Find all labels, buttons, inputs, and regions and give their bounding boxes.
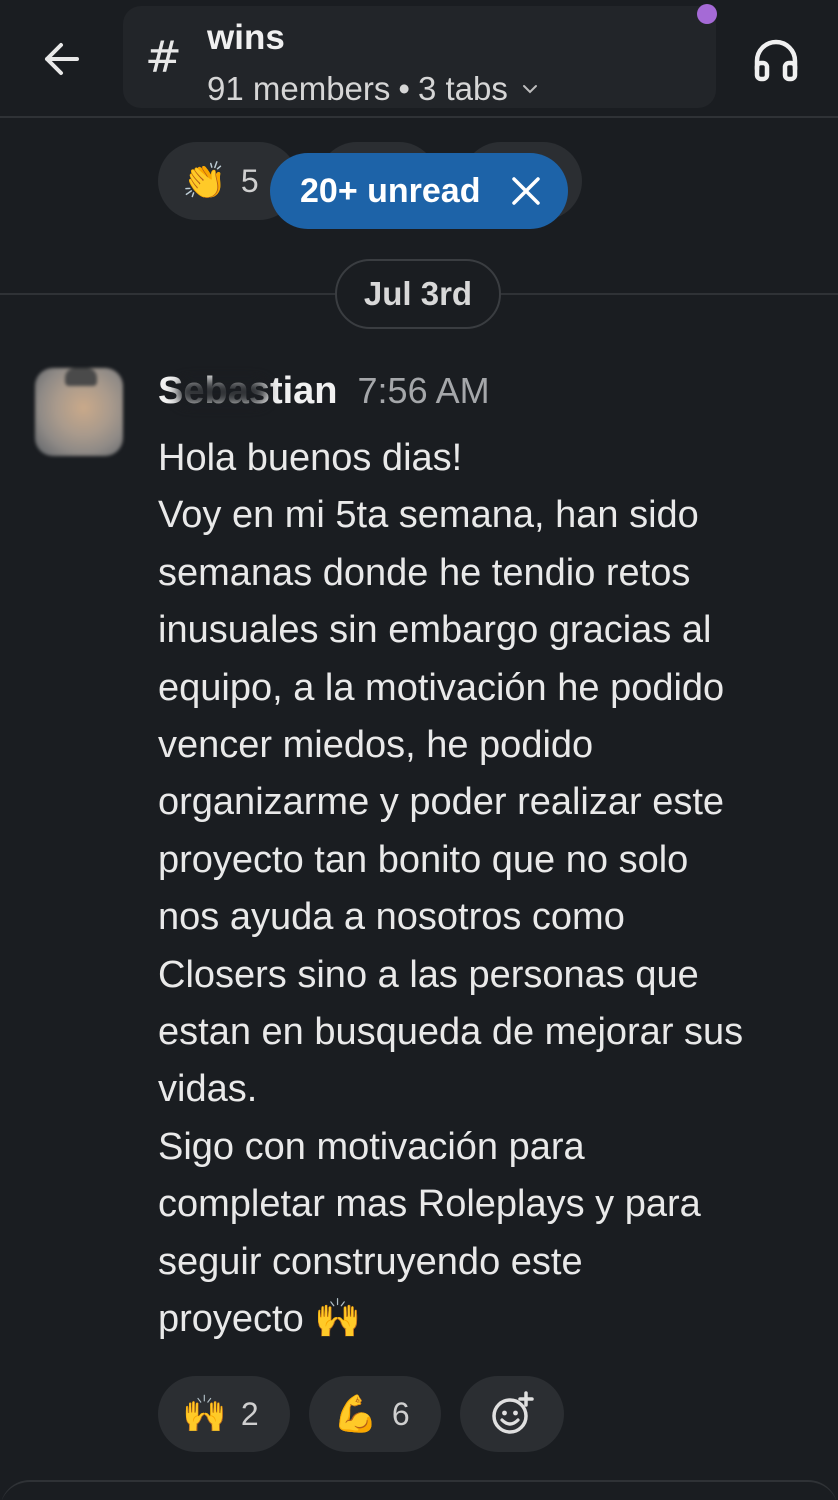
message-header: Sebastian 7:56 AM xyxy=(158,370,490,413)
reaction-flexed-biceps[interactable]: 💪 6 xyxy=(309,1376,441,1452)
date-divider[interactable]: Jul 3rd xyxy=(335,259,501,329)
chevron-down-icon xyxy=(522,85,537,94)
headphones-icon xyxy=(754,39,798,82)
unread-label: 20+ unread xyxy=(300,171,481,210)
hash-icon: # xyxy=(145,32,182,83)
raising-hands-icon: 🙌 xyxy=(182,1393,227,1434)
channel-name: wins xyxy=(207,18,285,57)
message-line: semanas donde he tendio retos xyxy=(158,551,691,594)
message-line: vidas. xyxy=(158,1068,258,1111)
unread-banner[interactable]: 20+ unread xyxy=(270,153,568,229)
message-line: nos ayuda a nosotros como xyxy=(158,896,625,939)
message-line: inusuales sin embargo gracias al xyxy=(158,609,712,652)
meta-separator: • xyxy=(398,70,410,107)
message-line: proyecto tan bonito que no solo xyxy=(158,838,689,881)
message-line: estan en busqueda de mejorar sus xyxy=(158,1011,744,1054)
add-reaction-button[interactable] xyxy=(460,1376,564,1452)
huddle-button[interactable] xyxy=(746,30,806,90)
message-line: proyecto 🙌 xyxy=(158,1298,362,1341)
message-line: organizarme y poder realizar este xyxy=(158,781,725,824)
message-body: Hola buenos dias! Voy en mi 5ta semana, … xyxy=(158,430,818,1349)
channel-header: # wins 91 members • 3 tabs xyxy=(0,0,838,118)
avatar[interactable] xyxy=(35,368,123,456)
reaction-count: 2 xyxy=(240,1395,259,1432)
close-icon[interactable] xyxy=(506,171,546,211)
message-line: equipo, a la motivación he podido xyxy=(158,666,725,709)
back-button[interactable] xyxy=(36,34,86,84)
clapping-hands-icon: 👏 xyxy=(182,160,227,201)
message-line: completar mas Roleplays y para xyxy=(158,1183,701,1226)
message-line: vencer miedos, he podido xyxy=(158,724,594,767)
author-name[interactable]: Sebastian xyxy=(158,370,338,413)
message-line: Hola buenos dias! xyxy=(158,437,463,479)
composer-edge xyxy=(0,1480,838,1500)
channel-meta: 91 members • 3 tabs xyxy=(207,70,538,108)
message-timestamp: 7:56 AM xyxy=(357,370,490,411)
member-count: 91 members xyxy=(207,70,391,107)
message-line: Closers sino a las personas que xyxy=(158,953,699,996)
message-reactions: 🙌 2 💪 6 xyxy=(0,1376,838,1456)
notification-dot xyxy=(697,4,717,24)
tab-count: 3 tabs xyxy=(417,70,508,107)
channel-info-button[interactable]: # wins 91 members • 3 tabs xyxy=(123,6,716,108)
add-reaction-icon xyxy=(492,1391,534,1434)
author-name-redaction xyxy=(176,380,268,404)
message-line: Sigo con motivación para xyxy=(158,1125,585,1168)
message-line: Voy en mi 5ta semana, han sido xyxy=(158,494,699,537)
flexed-biceps-icon: 💪 xyxy=(333,1393,378,1434)
message-line: seguir construyendo este xyxy=(158,1240,583,1283)
reaction-count: 6 xyxy=(391,1395,410,1432)
reaction-raising-hands[interactable]: 🙌 2 xyxy=(158,1376,290,1452)
arrow-left-icon xyxy=(45,43,79,75)
reaction-count: 5 xyxy=(240,162,259,199)
